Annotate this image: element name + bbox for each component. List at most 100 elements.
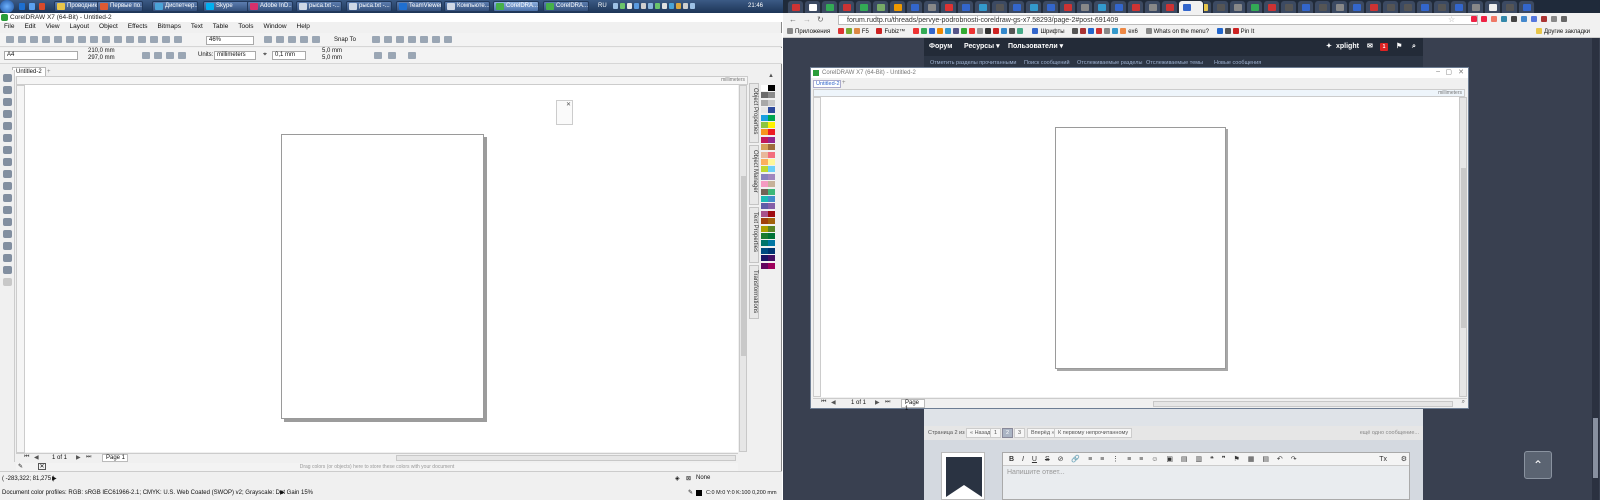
reload-icon[interactable]: ↻ (817, 15, 824, 24)
taskbar-button[interactable]: TeamViewer (396, 1, 442, 12)
quote-button[interactable]: ❞ (1222, 453, 1226, 466)
nav-forum[interactable]: Форум (929, 38, 952, 56)
color-swatch[interactable] (761, 225, 768, 232)
align-icon[interactable] (384, 36, 392, 43)
browser-tab[interactable] (1127, 0, 1144, 13)
browser-tab[interactable] (1076, 0, 1093, 13)
align-icon[interactable] (420, 36, 428, 43)
color-swatch[interactable] (761, 247, 768, 254)
extension-icon[interactable] (1501, 16, 1507, 22)
align-button[interactable]: ≡ (1100, 453, 1104, 466)
browser-tab[interactable] (1382, 0, 1399, 13)
browser-tab[interactable] (1161, 0, 1178, 13)
taskbar-button[interactable]: рыса.txt -... (346, 1, 392, 12)
menu-effects[interactable]: Effects (128, 23, 148, 30)
browser-tab[interactable] (1450, 0, 1467, 13)
color-swatch[interactable] (768, 173, 775, 180)
color-swatch[interactable] (768, 225, 775, 232)
color-swatch[interactable] (768, 136, 775, 143)
unlink-button[interactable]: ⊘ (1058, 453, 1064, 466)
taskbar-button[interactable]: Компьюте... (444, 1, 490, 12)
last-page-icon[interactable]: ⏭ (86, 454, 91, 461)
more-posts-link[interactable]: ещё одно сообщение... (1360, 430, 1419, 436)
color-swatch[interactable] (768, 218, 775, 225)
a4-page[interactable] (281, 134, 484, 419)
print-icon[interactable] (42, 36, 50, 43)
color-swatch[interactable] (768, 166, 775, 173)
browser-tab[interactable] (1501, 0, 1518, 13)
guides-icon[interactable] (300, 36, 308, 43)
italic-button[interactable]: I (1022, 453, 1024, 466)
pick-tool-icon[interactable] (3, 74, 12, 82)
link-button[interactable]: 🔗 (1071, 453, 1080, 466)
landscape-icon[interactable] (154, 52, 162, 59)
first-unread-link[interactable]: К первому непрочитанному (1054, 428, 1133, 438)
menu-table[interactable]: Table (213, 23, 229, 30)
docker-tab-transformations[interactable]: Transformations (749, 265, 759, 319)
taskbar-button[interactable]: CorelDRA... (543, 1, 589, 12)
add-tab-icon[interactable]: + (47, 69, 51, 75)
page-link-3[interactable]: 3 (1014, 428, 1026, 438)
browser-tab[interactable] (940, 0, 957, 13)
back-icon[interactable]: ← (789, 15, 797, 24)
browser-tab[interactable] (1229, 0, 1246, 13)
bookmark[interactable] (912, 26, 1025, 37)
portrait-icon[interactable] (142, 52, 150, 59)
color-swatch[interactable] (768, 85, 775, 91)
parallel-dimension-icon[interactable] (3, 194, 12, 202)
color-swatch[interactable] (761, 262, 768, 269)
color-swatch[interactable] (761, 210, 768, 217)
menu-icon[interactable] (1561, 16, 1567, 22)
search-icon[interactable] (114, 36, 122, 43)
color-swatch[interactable] (768, 144, 775, 151)
nav-users[interactable]: Пользователи ▾ (1008, 38, 1063, 56)
current-page-icon[interactable] (178, 52, 186, 59)
color-swatch[interactable] (761, 196, 768, 202)
color-swatch[interactable] (768, 151, 775, 158)
extension-icon[interactable] (1541, 16, 1547, 22)
flag-icon[interactable]: ⚑ (1396, 38, 1402, 56)
copy-icon[interactable] (66, 36, 74, 43)
browser-tab[interactable] (855, 0, 872, 13)
search-icon[interactable]: ⌕ (1412, 38, 1416, 56)
add-icon[interactable] (408, 52, 416, 59)
alerts-badge[interactable]: 1 (1380, 43, 1388, 51)
paste-icon[interactable] (78, 36, 86, 43)
extension-icon[interactable] (1471, 16, 1477, 22)
menu-edit[interactable]: Edit (24, 23, 35, 30)
extension-icon[interactable] (1551, 16, 1557, 22)
browser-tab[interactable] (1025, 0, 1042, 13)
browser-tab[interactable] (1416, 0, 1433, 13)
color-swatch[interactable] (761, 107, 768, 114)
browser-tab[interactable] (1314, 0, 1331, 13)
browser-tab[interactable] (804, 0, 821, 13)
color-swatch[interactable] (768, 188, 775, 195)
color-swatch[interactable] (768, 114, 775, 121)
drafts-button[interactable]: ▤ (1262, 453, 1269, 466)
bookmark[interactable]: Fubiz™ (876, 26, 905, 37)
color-profiles[interactable]: Document color profiles: RGB: sRGB IEC61… (2, 490, 313, 496)
menu-layout[interactable]: Layout (70, 23, 90, 30)
color-swatch[interactable] (768, 196, 775, 202)
rulers-icon[interactable] (276, 36, 284, 43)
color-swatch[interactable] (768, 255, 775, 262)
drawing-canvas[interactable]: ✕ (25, 85, 738, 452)
snap-to-dropdown[interactable]: Snap To (334, 36, 366, 44)
strike-button[interactable]: S (1045, 453, 1050, 466)
code-button[interactable]: ▥ (1195, 453, 1202, 466)
color-swatch[interactable] (768, 92, 775, 99)
color-swatch[interactable] (768, 240, 775, 247)
color-swatch[interactable] (761, 99, 768, 106)
clear-formatting-button[interactable]: Tx (1379, 453, 1387, 466)
connector-tool-icon[interactable] (3, 206, 12, 214)
taskbar-button[interactable]: Adobe InD... (247, 1, 293, 12)
menu-file[interactable]: File (4, 23, 14, 30)
fullscreen-icon[interactable] (264, 36, 272, 43)
browser-tab[interactable] (1331, 0, 1348, 13)
align-icon[interactable] (408, 36, 416, 43)
color-swatch[interactable] (761, 136, 768, 143)
undo-icon[interactable] (90, 36, 98, 43)
save-icon[interactable] (30, 36, 38, 43)
page-scrollbar[interactable] (1592, 38, 1599, 500)
table-button[interactable]: ▦ (1248, 453, 1255, 466)
